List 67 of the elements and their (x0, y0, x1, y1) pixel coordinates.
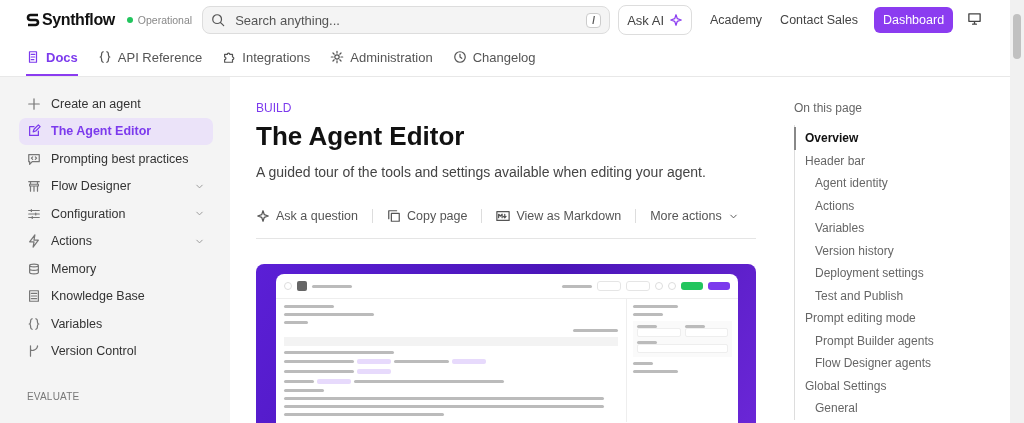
sidebar-item[interactable]: Actions (19, 227, 213, 255)
settings-icon (330, 50, 345, 64)
puzzle-icon (222, 50, 237, 64)
nav-tab[interactable]: Integrations (222, 40, 311, 76)
status-dot (126, 17, 133, 23)
markdown-icon (496, 209, 511, 223)
dashboard-button[interactable]: Dashboard (873, 7, 954, 33)
toc-link[interactable]: Test and Publish (795, 284, 974, 307)
ask-ai-button[interactable]: Ask AI (618, 5, 692, 35)
breadcrumb: BUILD (256, 101, 293, 115)
toc-link[interactable]: Prompt editing mode (795, 307, 974, 330)
toc-link[interactable]: Agent identity (795, 172, 974, 195)
nav-tab[interactable]: Administration (330, 40, 433, 76)
logo[interactable]: Synthflow (26, 11, 115, 29)
braces-icon (27, 316, 41, 331)
toc-link[interactable]: Prompt Builder agents (795, 329, 974, 352)
book-icon (27, 289, 41, 304)
toc-link[interactable]: Variables (795, 217, 974, 240)
database-icon (27, 261, 41, 276)
toc-link[interactable]: Version history (795, 239, 974, 262)
page-action[interactable]: View as Markdown (482, 209, 636, 223)
search-bar[interactable]: Search anything... / (202, 6, 611, 34)
search-field[interactable]: Search anything... (233, 11, 579, 29)
nav-link[interactable]: Academy (710, 13, 763, 27)
plus-icon (27, 96, 41, 111)
toc-heading: On this page (794, 101, 864, 115)
toc-link[interactable]: Global Settings (795, 374, 974, 397)
page-action[interactable]: More actions (636, 209, 753, 223)
sidebar-item[interactable]: Prompting best practices (19, 145, 213, 173)
nav-link[interactable]: Contact Sales (780, 13, 858, 27)
sidebar-item[interactable]: Configuration (19, 200, 213, 228)
toc-link[interactable]: General (795, 397, 974, 420)
clock-icon (452, 50, 467, 64)
sparkle-icon (669, 13, 683, 27)
page-subtitle: A guided tour of the tools and settings available when editing your agent. (256, 164, 707, 180)
sidebar-item[interactable]: Knowledge Base (19, 282, 213, 310)
sidebar-item[interactable]: The Agent Editor (19, 117, 213, 145)
chat-bubble-icon (27, 151, 41, 166)
branch-icon (27, 344, 41, 359)
toc-link[interactable]: Overview (794, 127, 974, 150)
sidebar-item[interactable]: Variables (19, 310, 213, 338)
sidebar-item[interactable]: Create an agent (19, 90, 213, 118)
document-icon (26, 50, 40, 64)
sidebar-item[interactable]: Flow Designer (19, 172, 213, 200)
copy-icon (387, 209, 401, 223)
toc-link[interactable]: Flow Designer agents (795, 352, 974, 375)
flow-chart-icon (27, 179, 41, 194)
status-text: Operational (137, 14, 193, 26)
sidebar-item[interactable]: Memory (19, 255, 213, 283)
sidebar-item[interactable]: Version Control (19, 337, 213, 365)
scrollbar[interactable] (1010, 0, 1024, 423)
page-action[interactable]: Ask a question (256, 209, 372, 223)
page-title: The Agent Editor (256, 121, 466, 152)
section-heading: EVALUATE (27, 391, 81, 402)
lightning-icon (27, 234, 41, 249)
page-action[interactable]: Copy page (373, 209, 482, 223)
nav-tab[interactable]: Changelog (452, 40, 536, 76)
nav-tab[interactable]: API Reference (97, 40, 203, 76)
toc-link[interactable]: Deployment settings (795, 262, 974, 285)
toc-link[interactable]: Header bar (795, 149, 974, 172)
shortcut-key: / (586, 12, 602, 28)
toc-link[interactable]: Actions (795, 194, 974, 217)
monitor-icon (967, 10, 983, 26)
sparkle-icon (256, 209, 270, 223)
braces-icon (97, 50, 112, 64)
search-icon (211, 13, 226, 27)
sliders-icon (27, 206, 41, 221)
